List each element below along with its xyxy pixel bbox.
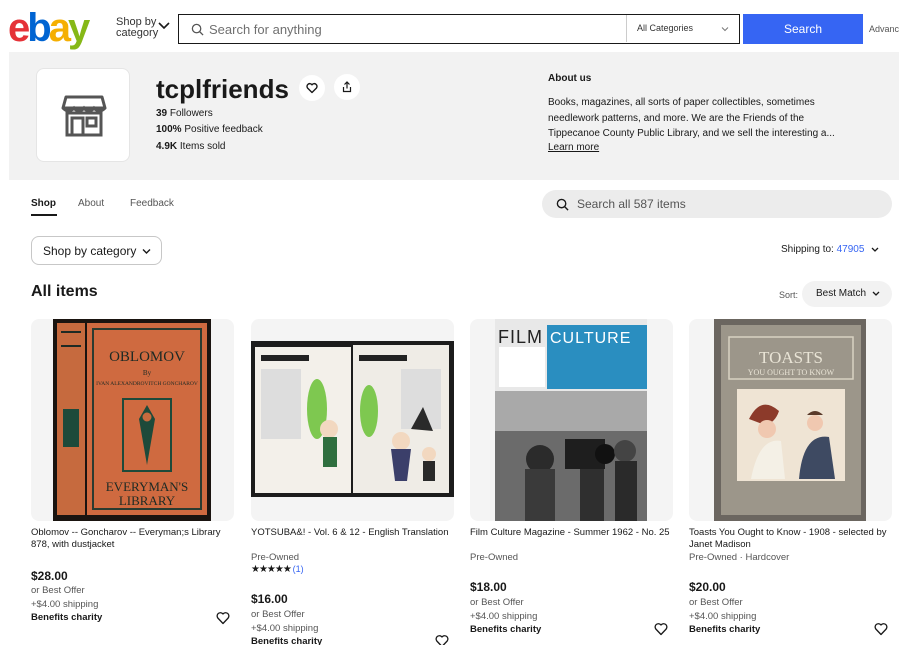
item-charity: Benefits charity (251, 636, 323, 645)
advanced-search-link[interactable]: Advanced (869, 24, 899, 34)
ebay-logo[interactable]: ebay (8, 8, 90, 48)
item-charity: Benefits charity (470, 624, 542, 635)
item-shipping: +$4.00 shipping (689, 611, 757, 622)
item-offer: or Best Offer (251, 609, 305, 620)
active-tab-indicator (31, 214, 57, 216)
cover-subtitle: YOU OUGHT TO KNOW (748, 368, 835, 377)
heart-icon (306, 82, 318, 94)
search-icon (191, 23, 204, 36)
item-shipping: +$4.00 shipping (251, 623, 319, 634)
chevron-down-icon[interactable] (721, 25, 729, 33)
share-button[interactable] (334, 74, 360, 100)
star-rating: ★★★★★ (251, 564, 292, 575)
search-button[interactable]: Search (743, 14, 863, 44)
heart-icon[interactable] (435, 634, 449, 645)
book-cover-illustration: OBLOMOV By IVAN ALEXANDROVITCH GONCHAROV… (53, 319, 211, 521)
store-search-bar[interactable]: Search all 587 items (542, 190, 892, 218)
item-charity: Benefits charity (31, 612, 103, 623)
item-shipping: +$4.00 shipping (470, 611, 538, 622)
item-image[interactable]: FILM CULTURE (470, 319, 673, 521)
item-image[interactable]: TOASTS YOU OUGHT TO KNOW (689, 319, 892, 521)
tab-about[interactable]: About (78, 198, 104, 209)
chevron-down-icon (142, 249, 151, 254)
shipping-to[interactable]: Shipping to: 47905 (781, 244, 864, 255)
global-header: ebay Shop by category Search for anythin… (0, 0, 899, 56)
item-title[interactable]: Film Culture Magazine - Summer 1962 - No… (470, 527, 673, 539)
shipping-zip: 47905 (836, 244, 865, 255)
search-input[interactable]: Search for anything (209, 22, 322, 37)
chevron-down-icon (872, 291, 880, 296)
item-offer: or Best Offer (31, 585, 85, 596)
tab-feedback[interactable]: Feedback (130, 198, 174, 209)
storefront-icon (61, 95, 107, 137)
about-text: Books, magazines, all sorts of paper col… (548, 97, 835, 139)
book-cover-illustration: TOASTS YOU OUGHT TO KNOW (714, 319, 866, 521)
feedback-stat: 100% Positive feedback (156, 124, 263, 135)
store-name: tcplfriends (156, 74, 289, 104)
items-sold-stat: 4.9K Items sold (156, 141, 226, 152)
shop-by-category-button[interactable]: Shop by category (116, 17, 158, 39)
shop-by-line2: category (116, 27, 159, 39)
section-title: All items (31, 283, 98, 300)
cover-title: TOASTS (759, 348, 823, 367)
heart-icon[interactable] (654, 622, 668, 636)
item-price: $16.00 (251, 592, 288, 606)
divider (626, 15, 627, 42)
shop-by-category-dropdown[interactable]: Shop by category (31, 236, 162, 265)
item-image[interactable]: OBLOMOV By IVAN ALEXANDROVITCH GONCHAROV… (31, 319, 234, 521)
cover-title: OBLOMOV (109, 349, 185, 365)
magazine-cover-illustration: FILM CULTURE (495, 319, 647, 521)
magazine-title-left: FILM (498, 327, 543, 347)
item-title[interactable]: YOTSUBA&! - Vol. 6 & 12 - English Transl… (251, 527, 454, 539)
sort-label: Sort: (779, 290, 799, 300)
magazine-title-right: CULTURE (550, 330, 631, 347)
search-bar: Search for anything All Categories (178, 14, 740, 44)
item-title[interactable]: Toasts You Ought to Know - 1908 - select… (689, 527, 892, 551)
category-select[interactable]: All Categories (637, 23, 693, 33)
manga-photo-illustration (251, 341, 454, 497)
cover-bottom1: EVERYMAN'S (106, 479, 189, 494)
item-offer: or Best Offer (689, 597, 743, 608)
cover-by: By (143, 369, 152, 377)
sort-dropdown[interactable]: Best Match (802, 281, 892, 307)
learn-more-link[interactable]: Learn more (548, 142, 599, 153)
about-title: About us (548, 73, 592, 84)
item-price: $28.00 (31, 569, 68, 583)
followers-stat: 39 Followers (156, 108, 213, 119)
chevron-down-icon[interactable] (158, 20, 170, 32)
item-image[interactable] (251, 319, 454, 521)
store-search-input[interactable]: Search all 587 items (577, 197, 686, 211)
heart-icon[interactable] (874, 622, 888, 636)
item-condition: Pre-Owned (470, 552, 519, 563)
shop-by-category-label: Shop by category (43, 244, 137, 258)
cover-author: IVAN ALEXANDROVITCH GONCHAROV (96, 381, 198, 387)
item-condition: Pre-Owned · Hardcover (689, 552, 790, 563)
item-offer: or Best Offer (470, 597, 524, 608)
chevron-down-icon[interactable] (871, 247, 879, 253)
item-price: $20.00 (689, 580, 726, 594)
search-icon (556, 198, 569, 211)
follow-button[interactable] (299, 75, 325, 101)
item-title[interactable]: Oblomov -- Goncharov -- Everyman;s Libra… (31, 527, 234, 551)
rating-count: (1) (292, 564, 304, 574)
item-shipping: +$4.00 shipping (31, 599, 99, 610)
item-rating[interactable]: ★★★★★ (1) (251, 564, 304, 575)
sort-value: Best Match (816, 288, 867, 299)
item-price: $18.00 (470, 580, 507, 594)
item-charity: Benefits charity (689, 624, 761, 635)
store-avatar (36, 68, 130, 162)
heart-icon[interactable] (216, 611, 230, 625)
tab-shop[interactable]: Shop (31, 198, 56, 209)
store-banner: tcplfriends 39 Followers 100% Positive f… (9, 52, 899, 180)
cover-bottom2: LIBRARY (119, 493, 176, 508)
item-condition: Pre-Owned (251, 552, 300, 563)
share-icon (342, 81, 352, 93)
